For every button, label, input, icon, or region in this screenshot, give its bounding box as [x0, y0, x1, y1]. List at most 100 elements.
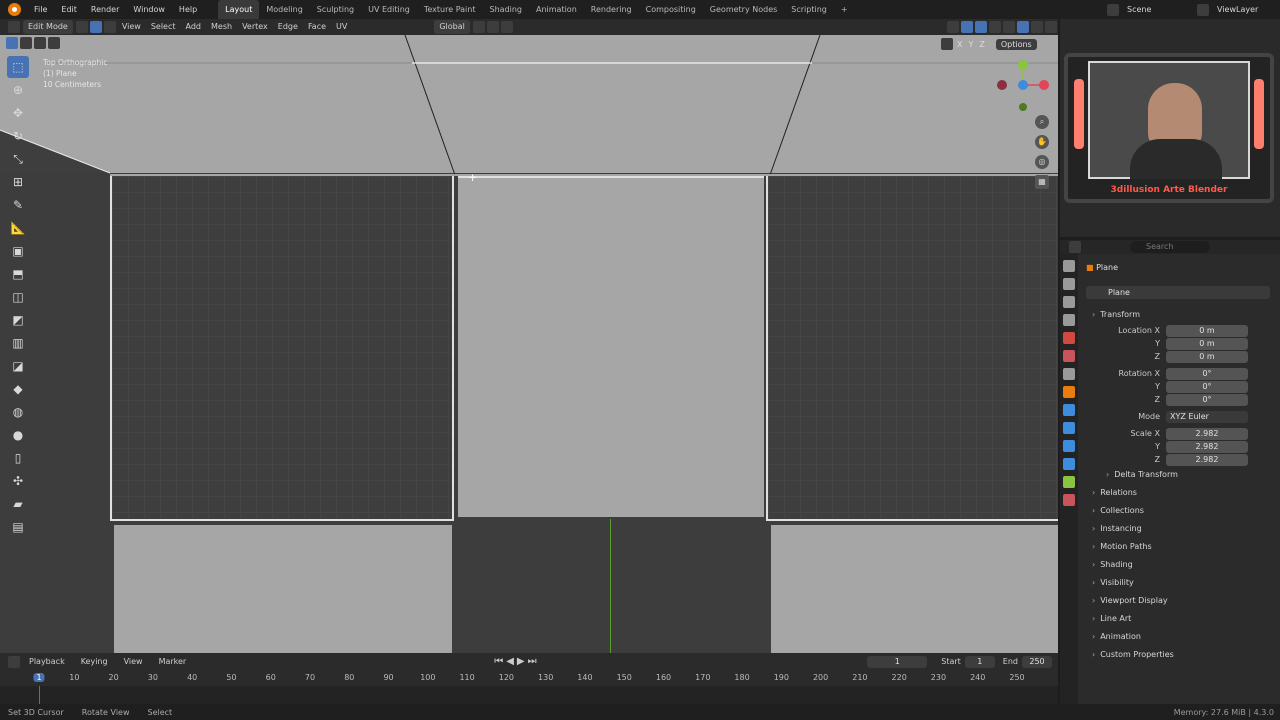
edge-slide-tool-icon[interactable]: ▯	[7, 447, 29, 469]
annotate-tool-icon[interactable]: ✎	[7, 194, 29, 216]
xray-icon[interactable]	[989, 21, 1001, 33]
render-tab-icon[interactable]	[1063, 278, 1075, 290]
current-frame-field[interactable]: 1	[867, 655, 928, 668]
playback-controls[interactable]: ⏮◀▶⏭	[494, 656, 539, 667]
select-new-icon[interactable]	[6, 37, 18, 49]
location-z-field[interactable]: 0 m	[1166, 350, 1248, 363]
location-x-field[interactable]: 0 m	[1166, 324, 1248, 337]
proportional-editing-icon[interactable]	[500, 21, 513, 33]
menu-playback[interactable]: Playback	[21, 657, 73, 666]
menu-select[interactable]: Select	[146, 20, 181, 34]
visibility-section[interactable]: Visibility	[1086, 574, 1280, 592]
scale-y-field[interactable]: 2.982	[1166, 440, 1248, 453]
overlay-toggle-icon[interactable]	[975, 21, 987, 33]
rotation-mode-dropdown[interactable]: XYZ Euler	[1166, 410, 1248, 423]
add-cube-tool-icon[interactable]: ▣	[7, 240, 29, 262]
end-frame-field[interactable]: 250	[1022, 655, 1052, 668]
relations-section[interactable]: Relations	[1086, 484, 1280, 502]
face-select-icon[interactable]	[103, 21, 116, 33]
rendered-shading-icon[interactable]	[1045, 21, 1057, 33]
tab-rendering[interactable]: Rendering	[584, 0, 639, 19]
perspective-toggle-icon[interactable]: ▦	[1035, 175, 1049, 189]
scene-icon[interactable]	[1107, 3, 1119, 16]
select-intersect-icon[interactable]	[48, 37, 60, 49]
rip-region-tool-icon[interactable]: ▤	[7, 516, 29, 538]
playhead[interactable]	[39, 686, 40, 704]
scene-selector[interactable]: Scene	[1120, 0, 1196, 19]
tab-texture-paint[interactable]: Texture Paint	[417, 0, 483, 19]
menu-add[interactable]: Add	[181, 20, 207, 34]
wireframe-shading-icon[interactable]	[1003, 21, 1015, 33]
menu-mesh[interactable]: Mesh	[206, 20, 237, 34]
add-workspace-button[interactable]: +	[834, 0, 855, 19]
rotation-z-field[interactable]: 0°	[1166, 393, 1248, 406]
tab-geometry-nodes[interactable]: Geometry Nodes	[703, 0, 784, 19]
scale-z-field[interactable]: 2.982	[1166, 453, 1248, 466]
spin-tool-icon[interactable]: ◍	[7, 401, 29, 423]
loop-cut-tool-icon[interactable]: ▥	[7, 332, 29, 354]
start-frame-field[interactable]: 1	[964, 655, 995, 668]
tab-shading[interactable]: Shading	[482, 0, 529, 19]
gizmo-toggle-icon[interactable]	[961, 21, 973, 33]
view-layer-selector[interactable]: ViewLayer	[1210, 0, 1280, 19]
menu-face[interactable]: Face	[303, 20, 331, 34]
shrink-fatten-tool-icon[interactable]: ✣	[7, 470, 29, 492]
options-dropdown[interactable]: Options	[995, 38, 1037, 50]
mirror-x-toggle[interactable]: X	[957, 40, 962, 49]
rotation-x-field[interactable]: 0°	[1166, 367, 1248, 380]
inset-tool-icon[interactable]: ◫	[7, 286, 29, 308]
instancing-section[interactable]: Instancing	[1086, 520, 1280, 538]
rotation-y-field[interactable]: 0°	[1166, 380, 1248, 393]
mirror-z-toggle[interactable]: Z	[979, 40, 984, 49]
menu-vertex[interactable]: Vertex	[237, 20, 273, 34]
tab-uv-editing[interactable]: UV Editing	[361, 0, 417, 19]
menu-marker[interactable]: Marker	[151, 657, 195, 666]
rotate-tool-icon[interactable]: ↻	[7, 125, 29, 147]
solid-shading-icon[interactable]	[1017, 21, 1029, 33]
knife-tool-icon[interactable]: ◪	[7, 355, 29, 377]
tool-tab-icon[interactable]	[1063, 260, 1075, 272]
bevel-tool-icon[interactable]: ◩	[7, 309, 29, 331]
zoom-icon[interactable]: ⌕	[1035, 115, 1049, 129]
blender-logo-icon[interactable]	[8, 3, 21, 16]
menu-keying[interactable]: Keying	[73, 657, 116, 666]
mode-dropdown[interactable]: Edit Mode	[23, 20, 73, 34]
menu-edge[interactable]: Edge	[273, 20, 303, 34]
tab-sculpting[interactable]: Sculpting	[310, 0, 361, 19]
viewport-display-section[interactable]: Viewport Display	[1086, 592, 1280, 610]
transform-tool-icon[interactable]: ⊞	[7, 171, 29, 193]
menu-view[interactable]: View	[117, 20, 146, 34]
pan-hand-icon[interactable]: ✋	[1035, 135, 1049, 149]
tab-scripting[interactable]: Scripting	[784, 0, 834, 19]
3d-viewport[interactable]: Top Orthographic (1) Plane 10 Centimeter…	[0, 35, 1058, 653]
tab-animation[interactable]: Animation	[529, 0, 584, 19]
menu-timeline-view[interactable]: View	[116, 657, 151, 666]
collections-section[interactable]: Collections	[1086, 502, 1280, 520]
snap-icon[interactable]	[486, 21, 499, 33]
line-art-section[interactable]: Line Art	[1086, 610, 1280, 628]
edge-select-icon[interactable]	[89, 21, 102, 33]
properties-search-input[interactable]: Search	[1130, 241, 1210, 253]
outliner[interactable]: 3dillusion Arte Blender	[1060, 19, 1280, 237]
properties-editor-type-icon[interactable]	[1069, 241, 1081, 253]
shear-tool-icon[interactable]: ▰	[7, 493, 29, 515]
material-preview-icon[interactable]	[1031, 21, 1043, 33]
view-layer-icon[interactable]	[1197, 3, 1209, 16]
move-tool-icon[interactable]: ✥	[7, 102, 29, 124]
mirror-icon[interactable]	[941, 38, 953, 50]
mirror-y-toggle[interactable]: Y	[968, 40, 973, 49]
select-extend-icon[interactable]	[20, 37, 32, 49]
custom-properties-section[interactable]: Custom Properties	[1086, 646, 1280, 664]
object-name-field[interactable]: Plane	[1086, 286, 1270, 299]
motion-paths-section[interactable]: Motion Paths	[1086, 538, 1280, 556]
navigation-gizmo[interactable]	[996, 55, 1052, 115]
animation-section[interactable]: Animation	[1086, 628, 1280, 646]
tab-compositing[interactable]: Compositing	[639, 0, 703, 19]
editor-type-icon[interactable]	[8, 21, 20, 33]
timeline-body[interactable]	[0, 686, 1058, 704]
location-y-field[interactable]: 0 m	[1166, 337, 1248, 350]
pivot-point-icon[interactable]	[472, 21, 485, 33]
cursor-tool-icon[interactable]: ⊕	[7, 79, 29, 101]
menu-uv[interactable]: UV	[331, 20, 352, 34]
menu-render[interactable]: Render	[84, 0, 126, 19]
